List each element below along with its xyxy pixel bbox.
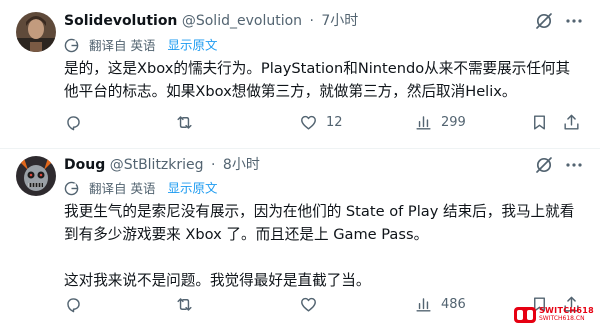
reply-button[interactable] <box>64 294 91 314</box>
tweet[interactable]: Doug @StBlitzkrieg · 8小时 翻译自 英语 显示原文 我更生… <box>0 149 600 327</box>
translation-bar: 翻译自 英语 显示原文 <box>64 36 217 54</box>
tweet-text: 我更生气的是索尼没有展示，因为在他们的 State of Play 结束后，我马… <box>64 200 584 292</box>
timestamp[interactable]: 8小时 <box>223 157 260 173</box>
retweet-icon <box>177 115 192 129</box>
reply-icon <box>67 115 80 130</box>
views-icon <box>416 297 431 312</box>
share-icon <box>564 114 579 130</box>
grok-icon[interactable] <box>534 155 554 175</box>
separator-dot: · <box>211 157 216 173</box>
watermark-subtext: SWITCH618.CN <box>539 315 585 322</box>
views-button[interactable]: 299 <box>414 112 466 132</box>
tweet-header: Doug @StBlitzkrieg · 8小时 <box>64 155 584 175</box>
views-count: 299 <box>441 114 466 130</box>
show-original-link[interactable]: 显示原文 <box>167 38 217 53</box>
tweet-text: 是的，这是Xbox的懦夫行为。PlayStation和Nintendo从来不需要… <box>64 57 584 103</box>
author-name[interactable]: Solidevolution <box>64 13 177 29</box>
translated-from-label: 翻译自 英语 <box>88 180 156 196</box>
bookmark-button[interactable] <box>530 112 549 132</box>
retweet-button[interactable] <box>175 294 202 314</box>
reply-button[interactable] <box>64 112 91 132</box>
retweet-button[interactable] <box>175 112 202 132</box>
grok-icon[interactable] <box>534 11 554 31</box>
show-original-link[interactable]: 显示原文 <box>167 181 217 196</box>
action-bar: 486 <box>64 294 584 314</box>
bookmark-icon <box>534 114 545 130</box>
action-bar: 12 299 <box>64 112 584 132</box>
switch-logo-icon <box>514 307 536 323</box>
watermark-text: SWITCH618 <box>539 306 594 315</box>
watermark: SWITCH618 SWITCH618.CN <box>514 307 594 323</box>
timestamp[interactable]: 7小时 <box>321 13 358 29</box>
views-icon <box>416 115 431 130</box>
tweet[interactable]: Solidevolution @Solid_evolution · 7小时 翻译… <box>0 0 600 148</box>
like-button[interactable] <box>299 294 326 314</box>
reply-icon <box>67 297 80 312</box>
author-name[interactable]: Doug <box>64 157 105 173</box>
like-count: 12 <box>326 114 343 130</box>
like-button[interactable]: 12 <box>299 112 343 132</box>
translate-icon <box>64 181 79 196</box>
tweet-header: Solidevolution @Solid_evolution · 7小时 <box>64 11 584 31</box>
tweet-paragraph: 是的，这是Xbox的懦夫行为。PlayStation和Nintendo从来不需要… <box>64 60 571 100</box>
retweet-icon <box>177 297 192 311</box>
views-count: 486 <box>441 296 466 312</box>
author-handle[interactable]: @Solid_evolution <box>182 13 302 29</box>
separator-dot: · <box>309 13 314 29</box>
tweet-paragraph: 这对我来说不是问题。我觉得最好是直截了当。 <box>64 272 371 289</box>
share-button[interactable] <box>562 112 581 132</box>
tweet-paragraph: 我更生气的是索尼没有展示，因为在他们的 State of Play 结束后，我马… <box>64 203 575 243</box>
more-icon[interactable] <box>564 155 584 175</box>
more-icon[interactable] <box>564 11 584 31</box>
translation-bar: 翻译自 英语 显示原文 <box>64 179 217 197</box>
avatar[interactable] <box>16 156 56 196</box>
author-handle[interactable]: @StBlitzkrieg <box>110 157 204 173</box>
like-icon <box>301 297 316 312</box>
views-button[interactable]: 486 <box>414 294 466 314</box>
avatar[interactable] <box>16 12 56 52</box>
translated-from-label: 翻译自 英语 <box>88 37 156 53</box>
like-icon <box>301 115 316 130</box>
translate-icon <box>64 38 79 53</box>
